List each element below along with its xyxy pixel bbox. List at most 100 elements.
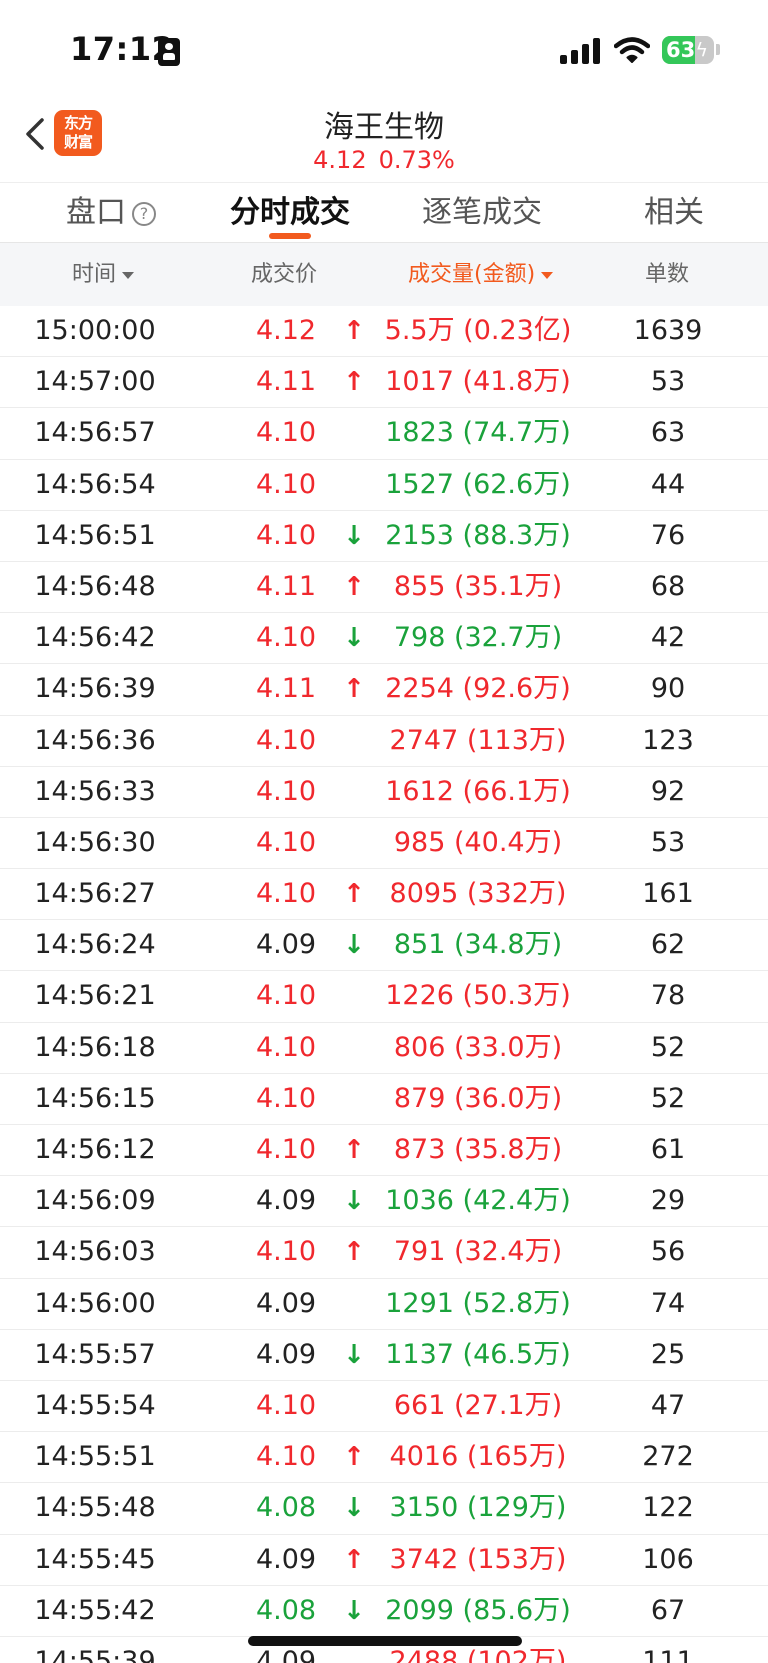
cell-time: 14:56:27 xyxy=(34,878,156,910)
cell-volume: 1036 (42.4万) xyxy=(385,1185,571,1217)
cell-volume: 855 (35.1万) xyxy=(393,570,563,602)
cell-price: 4.10 xyxy=(255,1236,317,1268)
cell-count: 122 xyxy=(642,1492,694,1524)
cell-volume: 791 (32.4万) xyxy=(393,1236,563,1268)
table-row: 14:55:57 4.09 ↓ 1137 (46.5万) 25 xyxy=(0,1330,768,1381)
cell-time: 14:56:42 xyxy=(34,622,156,654)
column-count-label: 单数 xyxy=(645,262,690,287)
cell-count: 78 xyxy=(650,980,686,1012)
battery-level-text: 63 xyxy=(666,38,696,62)
cell-volume: 1291 (52.8万) xyxy=(385,1287,571,1319)
cell-time: 14:55:39 xyxy=(34,1645,156,1663)
cell-direction-arrow: ↑ xyxy=(343,571,365,602)
cell-volume: 2747 (113万) xyxy=(389,724,567,756)
cell-time: 14:57:00 xyxy=(34,366,156,398)
tab-related[interactable]: 相关 xyxy=(644,183,704,243)
cell-direction-arrow: ↓ xyxy=(343,520,365,551)
table-row: 15:00:00 4.12 ↑ 5.5万 (0.23亿) 1639 xyxy=(0,306,768,358)
cell-count: 52 xyxy=(650,1031,686,1063)
table-row: 14:56:57 4.10 1823 (74.7万) 63 xyxy=(0,408,768,460)
cell-direction-arrow: ↓ xyxy=(343,1339,365,1370)
cell-count: 42 xyxy=(650,622,686,654)
column-price: 成交价 xyxy=(251,243,317,307)
cell-volume: 1226 (50.3万) xyxy=(385,980,571,1012)
cell-count: 1639 xyxy=(633,315,703,346)
cell-time: 14:56:18 xyxy=(34,1031,156,1063)
cell-time: 14:56:51 xyxy=(34,519,156,551)
contact-card-icon xyxy=(158,38,180,66)
table-row: 14:56:48 4.11 ↑ 855 (35.1万) 68 xyxy=(0,562,768,614)
cell-count: 61 xyxy=(650,1134,686,1165)
cell-volume: 1137 (46.5万) xyxy=(385,1338,571,1370)
help-icon[interactable]: ? xyxy=(132,201,156,226)
table-row: 14:55:45 4.09 ↑ 3742 (153万) 106 xyxy=(0,1535,768,1586)
table-row: 14:56:24 4.09 ↓ 851 (34.8万) 62 xyxy=(0,920,768,972)
table-row: 14:56:03 4.10 ↑ 791 (32.4万) 56 xyxy=(0,1227,768,1279)
cell-volume: 661 (27.1万) xyxy=(393,1389,563,1421)
cell-price: 4.09 xyxy=(255,1338,317,1370)
tab-order-book[interactable]: 盘口? xyxy=(66,183,156,243)
cell-volume: 1527 (62.6万) xyxy=(385,468,571,500)
cell-direction-arrow: ↑ xyxy=(343,1237,365,1268)
cell-price: 4.10 xyxy=(255,724,317,756)
cell-volume: 3742 (153万) xyxy=(389,1543,567,1575)
wifi-icon xyxy=(614,37,650,63)
cell-count: 272 xyxy=(642,1441,694,1473)
cell-time: 14:55:48 xyxy=(34,1492,156,1524)
table-row: 14:56:30 4.10 985 (40.4万) 53 xyxy=(0,818,768,870)
cell-count: 52 xyxy=(650,1082,686,1114)
cell-time: 14:56:15 xyxy=(34,1082,156,1114)
cell-direction-arrow: ↓ xyxy=(343,1186,365,1217)
table-row: 14:56:00 4.09 1291 (52.8万) 74 xyxy=(0,1279,768,1330)
battery-tip xyxy=(716,44,720,55)
stock-price: 4.12 xyxy=(313,146,367,174)
column-volume[interactable]: 成交量(金额) xyxy=(408,243,554,307)
tab-label: 相关 xyxy=(644,195,704,230)
cell-direction-arrow: ↓ xyxy=(343,1493,365,1524)
cell-count: 123 xyxy=(642,724,694,756)
cell-count: 74 xyxy=(650,1287,686,1319)
cell-count: 53 xyxy=(650,366,686,398)
table-row: 14:55:48 4.08 ↓ 3150 (129万) 122 xyxy=(0,1483,768,1535)
stock-name: 海王生物 xyxy=(324,110,444,145)
cell-direction-arrow: ↓ xyxy=(343,1595,365,1626)
table-row: 14:56:21 4.10 1226 (50.3万) 78 xyxy=(0,971,768,1023)
cell-direction-arrow: ↑ xyxy=(343,316,365,346)
tab-tick-trades[interactable]: 逐笔成交 xyxy=(422,183,542,243)
cell-volume: 3150 (129万) xyxy=(389,1492,567,1524)
stock-quote: 4.12 0.73% xyxy=(0,146,768,174)
column-price-label: 成交价 xyxy=(251,262,318,287)
cell-time: 14:56:36 xyxy=(34,724,156,756)
cell-time: 14:56:30 xyxy=(34,826,156,858)
cell-count: 29 xyxy=(650,1185,686,1217)
trade-list[interactable]: 15:00:00 4.12 ↑ 5.5万 (0.23亿) 1639 14:57:00 4.1… xyxy=(0,306,768,1663)
cell-price: 4.10 xyxy=(255,1441,317,1473)
cell-price: 4.10 xyxy=(255,1031,317,1063)
cell-volume: 8095 (332万) xyxy=(389,878,567,910)
cell-time: 14:55:42 xyxy=(34,1594,156,1626)
header: 东方 财富 海王生物 4.12 0.73% xyxy=(0,96,768,180)
cell-volume: 2153 (88.3万) xyxy=(385,519,571,551)
cell-time: 14:56:03 xyxy=(34,1236,156,1268)
cell-volume: 873 (35.8万) xyxy=(393,1134,563,1165)
table-row: 14:56:15 4.10 879 (36.0万) 52 xyxy=(0,1074,768,1125)
table-row: 14:56:27 4.10 ↑ 8095 (332万) 161 xyxy=(0,869,768,921)
cell-count: 56 xyxy=(650,1236,686,1268)
column-time-label: 时间 xyxy=(72,262,117,287)
cell-direction-arrow: ↑ xyxy=(343,674,365,705)
cell-count: 67 xyxy=(650,1594,686,1626)
column-time[interactable]: 时间 xyxy=(72,243,135,307)
column-count: 单数 xyxy=(645,243,689,307)
cell-volume: 879 (36.0万) xyxy=(393,1082,563,1114)
tab-label: 分时成交 xyxy=(230,195,350,230)
cell-count: 161 xyxy=(642,878,694,910)
cell-count: 68 xyxy=(650,570,686,602)
column-volume-label: 成交量(金额) xyxy=(408,262,536,287)
table-row: 14:55:42 4.08 ↓ 2099 (85.6万) 67 xyxy=(0,1586,768,1637)
cell-volume: 1823 (74.7万) xyxy=(385,417,571,449)
table-row: 14:56:33 4.10 1612 (66.1万) 92 xyxy=(0,767,768,818)
cell-time: 14:56:54 xyxy=(34,468,156,500)
cell-price: 4.08 xyxy=(255,1492,317,1524)
tab-label: 盘口 xyxy=(66,195,126,230)
table-header: 时间 成交价 成交量(金额) 单数 xyxy=(0,242,768,306)
